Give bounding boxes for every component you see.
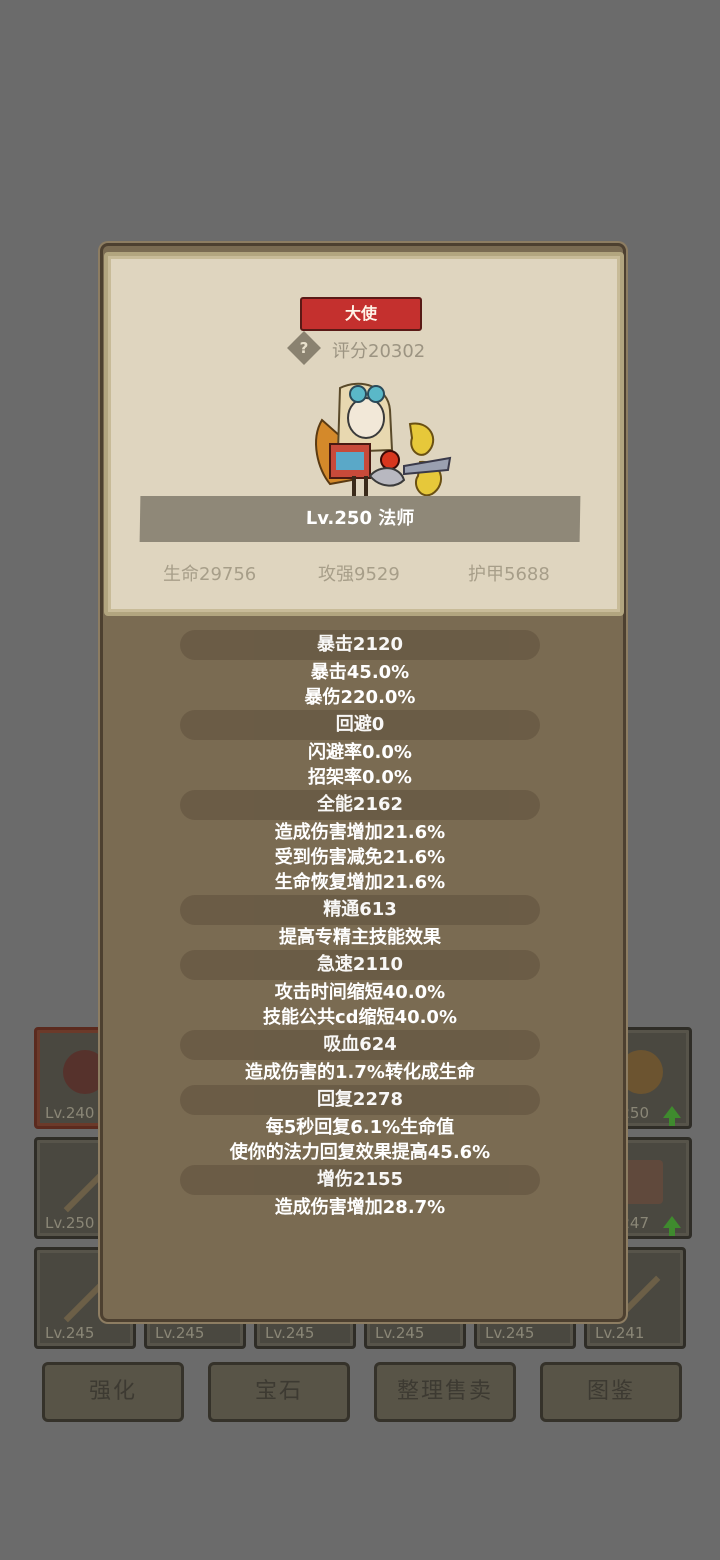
- sort-sell-button[interactable]: 整理售卖: [374, 1362, 516, 1422]
- slot-level: Lv.245: [265, 1324, 315, 1342]
- upgrade-arrow-icon: [663, 1106, 681, 1126]
- stat-line: 受到伤害减免21.6%: [274, 847, 446, 868]
- slot-level: Lv.245: [485, 1324, 535, 1342]
- rank-badge: 大使: [300, 297, 422, 331]
- slot-level: Lv.245: [375, 1324, 425, 1342]
- stat-line: 造成伤害增加28.7%: [274, 1197, 446, 1218]
- stat-line: 生命恢复增加21.6%: [274, 872, 446, 893]
- stat-line: 造成伤害增加21.6%: [274, 822, 446, 843]
- stat-line: 技能公共cd缩短40.0%: [262, 1007, 457, 1028]
- slot-level: Lv.240: [45, 1104, 95, 1122]
- gem-button[interactable]: 宝石: [208, 1362, 350, 1422]
- hp-stat: 生命29756: [163, 564, 257, 585]
- stat-header-damage-boost: 增伤2155: [180, 1165, 540, 1195]
- stat-header-mastery: 精通613: [180, 895, 540, 925]
- help-icon[interactable]: ?: [287, 331, 321, 365]
- stat-header-leech: 吸血624: [180, 1030, 540, 1060]
- codex-button[interactable]: 图鉴: [540, 1362, 682, 1422]
- slot-level: Lv.241: [595, 1324, 645, 1342]
- stat-line: 提高专精主技能效果: [279, 927, 441, 948]
- slot-level: Lv.250: [45, 1214, 95, 1232]
- hero-avatar: [315, 382, 452, 500]
- stat-line: 攻击时间缩短40.0%: [274, 982, 446, 1003]
- stat-header-dodge: 回避0: [180, 710, 540, 740]
- stat-line: 造成伤害的1.7%转化成生命: [245, 1062, 475, 1083]
- stat-line: 使你的法力回复效果提高45.6%: [229, 1142, 491, 1163]
- slot-level: Lv.245: [45, 1324, 95, 1342]
- stat-line: 闪避率0.0%: [308, 742, 412, 763]
- enhance-button[interactable]: 强化: [42, 1362, 184, 1422]
- upgrade-arrow-icon: [663, 1216, 681, 1236]
- stat-header-haste: 急速2110: [180, 950, 540, 980]
- stat-line: 每5秒回复6.1%生命值: [265, 1117, 455, 1138]
- stat-line: 暴击45.0%: [310, 662, 410, 683]
- stat-header-regen: 回复2278: [180, 1085, 540, 1115]
- stat-line: 招架率0.0%: [308, 767, 412, 788]
- slot-level: Lv.245: [155, 1324, 205, 1342]
- hero-score: 评分20302: [332, 341, 426, 362]
- attack-stat: 攻强9529: [318, 564, 400, 585]
- stat-line: 暴伤220.0%: [304, 687, 416, 708]
- armor-stat: 护甲5688: [468, 564, 550, 585]
- stat-header-versatility: 全能2162: [180, 790, 540, 820]
- stats-list: 暴击2120 暴击45.0% 暴伤220.0% 回避0 闪避率0.0% 招架率0…: [140, 630, 580, 1220]
- stat-header-crit: 暴击2120: [180, 630, 540, 660]
- hero-title-bar: Lv.250 法师: [139, 496, 581, 542]
- help-icon-glyph: ?: [299, 339, 309, 357]
